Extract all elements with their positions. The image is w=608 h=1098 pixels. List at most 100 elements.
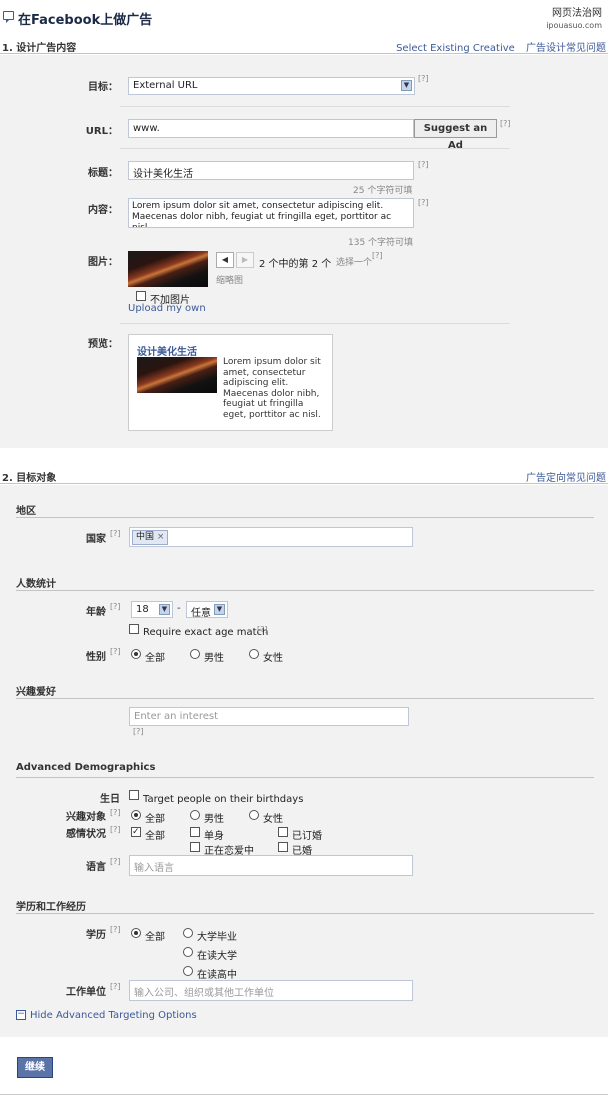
interested-male-radio[interactable]: [190, 810, 200, 823]
edu-hs-label: 在读高中: [197, 970, 237, 981]
title-input[interactable]: 设计美化生活: [128, 161, 414, 180]
rel-engaged-checkbox[interactable]: [278, 827, 288, 840]
section1-header: 1. 设计广告内容 Select Existing Creative 广告设计常…: [0, 36, 608, 54]
image-label: 图片：: [88, 257, 118, 268]
remove-icon[interactable]: ×: [157, 532, 165, 542]
help-icon[interactable]: [?]: [133, 727, 144, 736]
continue-button[interactable]: 继续: [17, 1057, 53, 1078]
relationship-label: 感情状况: [66, 829, 106, 840]
age-max-select[interactable]: 任意 ▼: [186, 601, 228, 619]
footer-divider: [0, 1094, 608, 1095]
body-textarea[interactable]: Lorem ipsum dolor sit amet, consectetur …: [128, 198, 414, 228]
edu-college-radio[interactable]: [183, 947, 193, 960]
choose-image-link[interactable]: 选择一个: [336, 255, 372, 268]
sex-male-radio[interactable]: [190, 649, 200, 662]
image-counter: 2 个中的第 2 个: [259, 259, 332, 270]
birthday-label: 生日: [100, 794, 120, 805]
chevron-down-icon[interactable]: ▼: [401, 80, 412, 91]
help-icon[interactable]: [?]: [500, 119, 511, 128]
language-label: 语言: [86, 862, 106, 873]
divider: [16, 517, 594, 518]
interested-male-label: 男性: [204, 814, 224, 825]
sex-female-radio[interactable]: [249, 649, 259, 662]
ad-design-faq-link[interactable]: 广告设计常见问题: [526, 43, 606, 54]
divider: [120, 323, 510, 324]
divider: [16, 590, 594, 591]
country-token: 中国 ×: [132, 530, 169, 545]
sex-all-label: 全部: [145, 653, 165, 664]
country-label: 国家: [86, 534, 106, 545]
interested-all-radio[interactable]: [131, 810, 141, 823]
targeting-faq-link[interactable]: 广告定向常见问题: [526, 473, 606, 484]
sex-all-radio[interactable]: [131, 649, 141, 662]
interested-in-label: 兴趣对象: [66, 812, 106, 823]
next-image-button[interactable]: ▶: [236, 252, 254, 268]
target-label: 目标：: [88, 82, 118, 93]
preview-body: Lorem ipsum dolor sit amet, consectetur …: [223, 357, 321, 420]
chevron-down-icon[interactable]: ▼: [159, 604, 170, 615]
language-input[interactable]: 输入语言: [129, 855, 413, 876]
rel-all-label: 全部: [145, 831, 165, 842]
title-label: 标题：: [88, 168, 118, 179]
target-select[interactable]: External URL ▼: [128, 77, 415, 95]
url-input[interactable]: www.: [128, 119, 414, 138]
rel-single-checkbox[interactable]: [190, 827, 200, 840]
section2-header: 2. 目标对象 广告定向常见问题: [0, 466, 608, 484]
help-icon[interactable]: [?]: [110, 808, 121, 817]
birthday-option-label: Target people on their birthdays: [143, 794, 304, 805]
section2-title: 2. 目标对象: [2, 473, 57, 484]
help-icon[interactable]: [?]: [110, 982, 121, 991]
help-icon[interactable]: [?]: [418, 198, 429, 207]
age-min-select[interactable]: 18 ▼: [131, 601, 173, 618]
edu-college-label: 在读大学: [197, 951, 237, 962]
exact-age-checkbox[interactable]: [129, 624, 139, 637]
help-icon[interactable]: [?]: [110, 647, 121, 656]
age-label: 年龄: [86, 607, 106, 618]
rel-married-checkbox[interactable]: [278, 842, 288, 855]
preview-title[interactable]: 设计美化生活: [137, 343, 197, 358]
rel-all-checkbox[interactable]: [131, 827, 141, 840]
targeting-panel: [0, 485, 608, 1037]
rel-engaged-label: 已订婚: [292, 831, 322, 842]
interested-female-radio[interactable]: [249, 810, 259, 823]
help-icon[interactable]: [?]: [372, 251, 383, 260]
body-chars-remaining: 135 个字符可填: [348, 238, 414, 248]
exact-age-label: Require exact age match: [143, 627, 269, 638]
prev-image-button[interactable]: ◀: [216, 252, 234, 268]
interested-female-label: 女性: [263, 814, 283, 825]
help-icon[interactable]: [?]: [110, 602, 121, 611]
help-icon[interactable]: [?]: [257, 625, 268, 634]
help-icon[interactable]: [?]: [110, 925, 121, 934]
help-icon[interactable]: [?]: [418, 160, 429, 169]
help-icon[interactable]: [?]: [110, 529, 121, 538]
chevron-down-icon[interactable]: ▼: [214, 604, 225, 615]
divider: [16, 777, 594, 778]
age-dash: -: [177, 603, 181, 614]
edu-all-label: 全部: [145, 932, 165, 943]
edu-grad-radio[interactable]: [183, 928, 193, 941]
ad-image-thumbnail: [128, 251, 208, 287]
suggest-ad-button[interactable]: Suggest an Ad: [414, 119, 497, 151]
help-icon[interactable]: [?]: [110, 825, 121, 834]
edu-hs-radio[interactable]: [183, 966, 193, 979]
birthday-checkbox[interactable]: [129, 790, 139, 803]
help-icon[interactable]: [?]: [110, 857, 121, 866]
advanced-demographics-heading: Advanced Demographics: [16, 762, 156, 773]
hide-advanced-link[interactable]: Hide Advanced Targeting Options: [30, 1010, 197, 1021]
upload-own-link[interactable]: Upload my own: [128, 303, 206, 314]
collapse-icon[interactable]: −: [16, 1010, 26, 1020]
interest-input[interactable]: Enter an interest: [129, 707, 409, 726]
location-heading: 地区: [16, 506, 36, 517]
sex-male-label: 男性: [204, 653, 224, 664]
watermark: 网页法治网 ipouasuo.com: [546, 8, 602, 30]
edu-all-radio[interactable]: [131, 928, 141, 941]
help-icon[interactable]: [?]: [418, 74, 429, 83]
interests-heading: 兴趣爱好: [16, 687, 56, 698]
rel-relationship-checkbox[interactable]: [190, 842, 200, 855]
education-work-heading: 学历和工作经历: [16, 902, 86, 913]
select-existing-link[interactable]: Select Existing Creative: [396, 43, 515, 54]
sex-female-label: 女性: [263, 653, 283, 664]
country-input[interactable]: 中国 ×: [129, 527, 413, 547]
workplace-input[interactable]: 输入公司、组织或其他工作单位: [129, 980, 413, 1001]
demographics-heading: 人数统计: [16, 579, 56, 590]
